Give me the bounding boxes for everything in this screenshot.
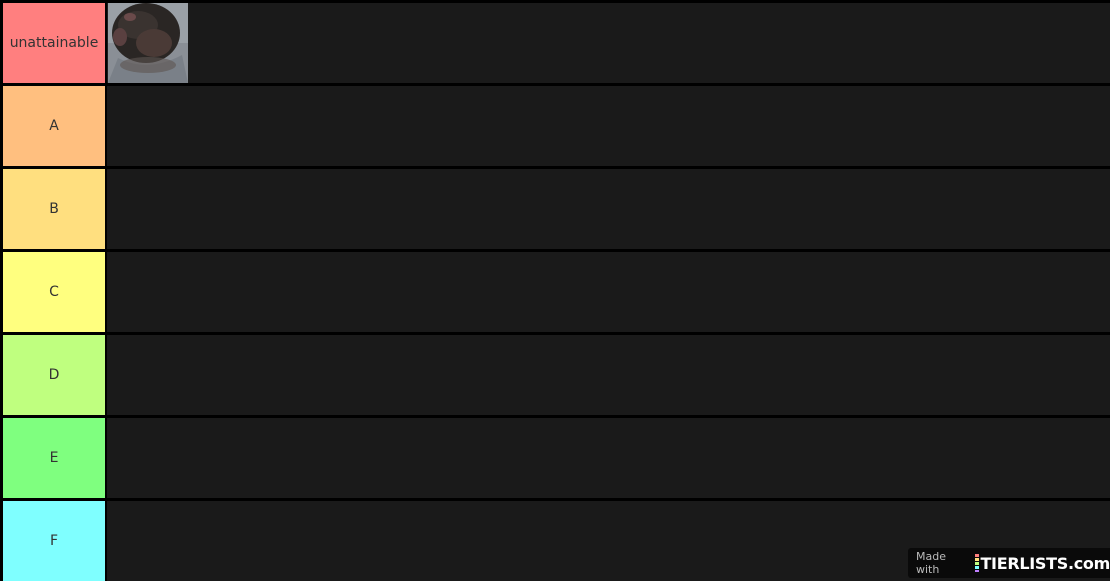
watermark-brand: TIERLISTS.com bbox=[980, 553, 1110, 573]
tier-row-unattainable: unattainable bbox=[0, 3, 1110, 83]
tier-items-dropzone[interactable] bbox=[107, 418, 1110, 498]
tier-row-c: C bbox=[0, 252, 1110, 332]
tier-items-dropzone[interactable] bbox=[107, 252, 1110, 332]
watermark-prefix: Made with bbox=[916, 550, 946, 576]
tier-items-dropzone[interactable] bbox=[107, 3, 1110, 83]
tier-row-b: B bbox=[0, 169, 1110, 249]
tier-row-e: E bbox=[0, 418, 1110, 498]
tier-label[interactable]: F bbox=[3, 501, 105, 581]
tierlists-logo-icon bbox=[974, 554, 979, 572]
tier-items-dropzone[interactable] bbox=[107, 335, 1110, 415]
tier-label[interactable]: C bbox=[3, 252, 105, 332]
tier-item-image[interactable] bbox=[108, 3, 188, 83]
tier-label[interactable]: E bbox=[3, 418, 105, 498]
tier-label[interactable]: B bbox=[3, 169, 105, 249]
tier-list: unattainable A B C D E F Made with TIERL… bbox=[0, 0, 1110, 581]
tier-items-dropzone[interactable] bbox=[107, 86, 1110, 166]
tier-label[interactable]: unattainable bbox=[3, 3, 105, 83]
tier-row-a: A bbox=[0, 86, 1110, 166]
tierlists-watermark[interactable]: Made with TIERLISTS.com bbox=[908, 548, 1110, 578]
tier-label[interactable]: D bbox=[3, 335, 105, 415]
tier-row-d: D bbox=[0, 335, 1110, 415]
photo-thumbnail bbox=[108, 3, 188, 83]
tier-label[interactable]: A bbox=[3, 86, 105, 166]
tier-items-dropzone[interactable] bbox=[107, 169, 1110, 249]
